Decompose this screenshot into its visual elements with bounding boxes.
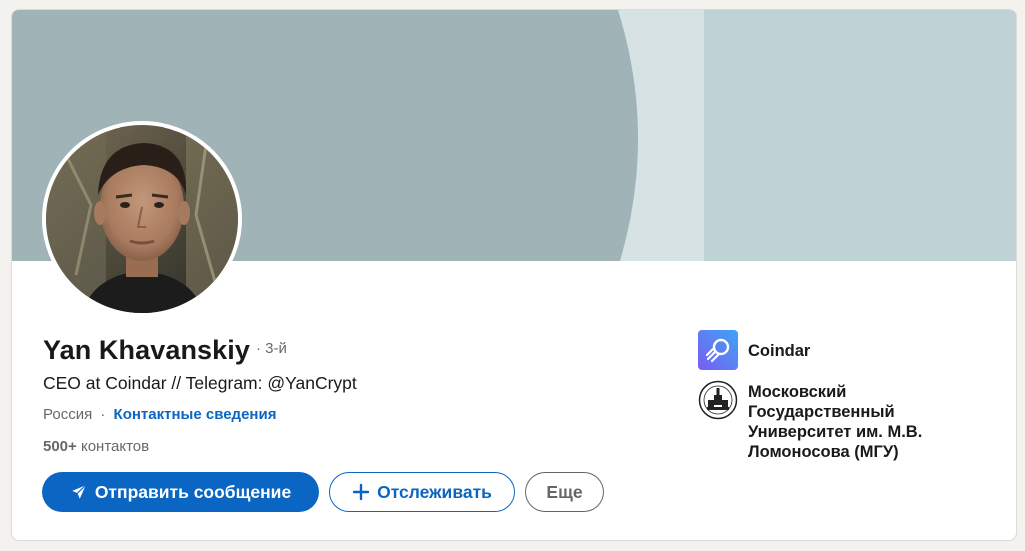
org-name-coindar: Coindar xyxy=(748,342,811,360)
send-message-label: Отправить сообщение xyxy=(94,481,292,502)
follow-button[interactable]: Отслеживать xyxy=(329,472,515,512)
send-message-button[interactable]: Отправить сообщение xyxy=(42,472,319,512)
profile-photo[interactable] xyxy=(42,121,242,317)
contact-info-link[interactable]: Контактные сведения xyxy=(114,406,277,423)
plus-icon xyxy=(352,483,370,501)
more-label: Еще xyxy=(546,481,583,502)
org-item-coindar[interactable]: Coindar xyxy=(698,330,998,370)
connections-count[interactable]: 500+ контактов xyxy=(43,438,149,455)
coindar-logo-icon xyxy=(698,330,738,370)
send-icon xyxy=(70,483,88,501)
profile-organizations: Coindar Московский Государственный Униве… xyxy=(698,330,998,462)
connections-number: 500+ xyxy=(43,438,77,455)
profile-location: Россия xyxy=(43,406,93,423)
org-name-msu: Московский Государственный Университет и… xyxy=(748,383,923,461)
location-row: Россия · Контактные сведения xyxy=(43,406,276,423)
profile-actions: Отправить сообщение Отслеживать Еще xyxy=(42,472,604,512)
profile-headline: CEO at Coindar // Telegram: @YanCrypt xyxy=(43,373,357,393)
location-separator: · xyxy=(100,406,106,423)
profile-name-row: Yan Khavanskiy · 3-й xyxy=(43,335,287,366)
follow-label: Отслеживать xyxy=(377,481,492,502)
msu-logo-icon xyxy=(698,380,738,420)
profile-card: Yan Khavanskiy · 3-й CEO at Coindar // T… xyxy=(11,9,1017,541)
more-button[interactable]: Еще xyxy=(525,472,604,512)
org-item-msu[interactable]: Московский Государственный Университет и… xyxy=(698,380,998,462)
profile-name: Yan Khavanskiy xyxy=(43,335,251,365)
connection-degree: · 3-й xyxy=(256,340,287,357)
connections-label: контактов xyxy=(80,438,150,455)
